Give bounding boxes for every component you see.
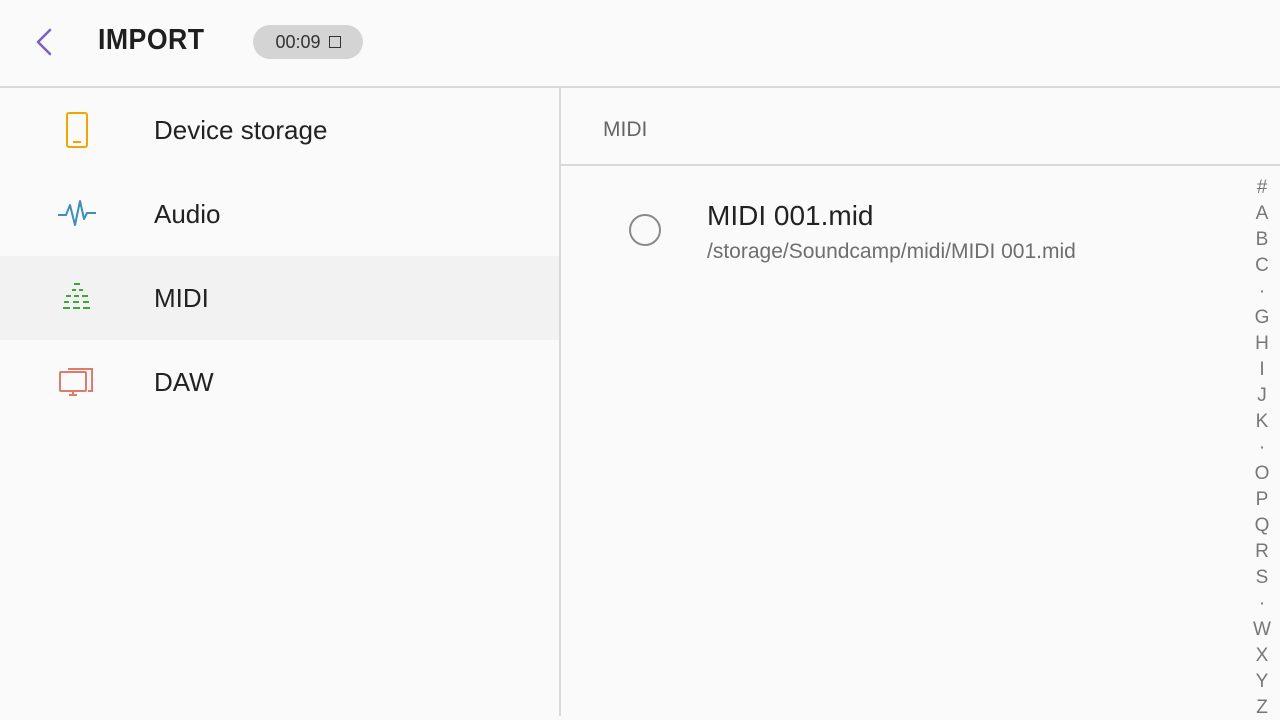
page-title: IMPORT [98, 24, 205, 56]
index-letter[interactable]: Z [1256, 698, 1268, 718]
sidebar-item-device-storage[interactable]: Device storage [0, 88, 559, 172]
waveform-icon [54, 191, 100, 237]
index-letter[interactable]: G [1255, 308, 1270, 328]
radio-button[interactable] [629, 214, 661, 246]
index-letter[interactable]: O [1255, 464, 1270, 484]
index-letter[interactable]: H [1255, 334, 1269, 354]
file-path: /storage/Soundcamp/midi/MIDI 001.mid [707, 240, 1076, 263]
index-letter[interactable]: I [1259, 360, 1264, 380]
index-letter[interactable]: · [1259, 282, 1265, 302]
index-letter[interactable]: K [1256, 412, 1269, 432]
index-letter[interactable]: C [1255, 256, 1269, 276]
index-letter[interactable]: B [1256, 230, 1269, 250]
index-letter[interactable]: S [1256, 568, 1269, 588]
index-letter[interactable]: W [1253, 620, 1271, 640]
alphabet-index-bar[interactable]: # A B C · G H I J K · O P Q R S · W X Y Z [1246, 178, 1278, 718]
sidebar-item-label: Audio [154, 198, 221, 229]
index-letter[interactable]: # [1257, 178, 1268, 198]
file-name: MIDI 001.mid [707, 200, 874, 231]
index-letter[interactable]: · [1259, 594, 1265, 614]
index-letter[interactable]: · [1259, 438, 1265, 458]
index-letter[interactable]: J [1257, 386, 1267, 406]
phone-icon [54, 107, 100, 153]
chevron-left-icon [36, 28, 52, 56]
sidebar-item-label: DAW [154, 366, 214, 397]
stop-square-icon [328, 36, 341, 48]
file-list-pane: MIDI MIDI 001.mid /storage/Soundcamp/mid… [561, 88, 1280, 720]
sidebar-item-audio[interactable]: Audio [0, 172, 559, 256]
timer-value: 00:09 [275, 31, 321, 52]
midi-bars-icon [54, 275, 100, 321]
index-letter[interactable]: A [1256, 204, 1269, 224]
index-letter[interactable]: X [1256, 646, 1269, 666]
sidebar-item-label: MIDI [154, 282, 209, 313]
sidebar-item-daw[interactable]: DAW [0, 340, 559, 424]
index-letter[interactable]: Y [1256, 672, 1269, 692]
header-bar: IMPORT 00:09 [0, 0, 1280, 88]
recording-timer-button[interactable]: 00:09 [253, 25, 363, 59]
sidebar-item-midi[interactable]: MIDI [0, 256, 559, 340]
index-letter[interactable]: P [1256, 490, 1269, 510]
source-sidebar: Device storage Audio MIDI DAW [0, 88, 559, 720]
list-item[interactable]: MIDI 001.mid /storage/Soundcamp/midi/MID… [561, 188, 1241, 278]
index-letter[interactable]: R [1255, 542, 1269, 562]
sidebar-item-label: Device storage [154, 114, 328, 145]
back-button[interactable] [22, 20, 66, 64]
monitor-icon [54, 359, 100, 405]
section-title: MIDI [603, 118, 648, 141]
section-divider [561, 164, 1280, 166]
index-letter[interactable]: Q [1255, 516, 1270, 536]
